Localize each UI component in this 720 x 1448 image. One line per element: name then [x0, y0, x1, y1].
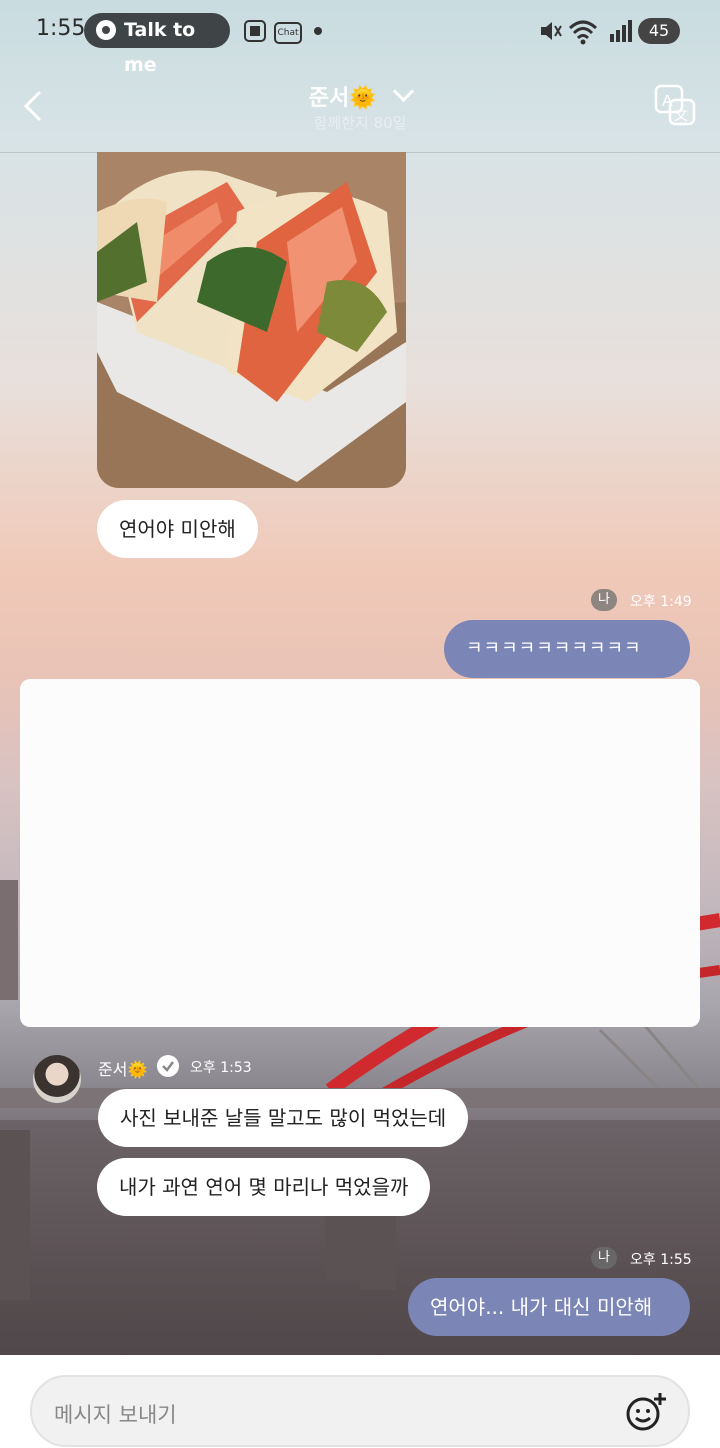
avatar[interactable]: [33, 1055, 81, 1103]
wifi-icon: [568, 20, 598, 45]
contact-name: 준서🌞: [308, 86, 377, 111]
message-time: 오후 1:55: [630, 1252, 692, 1268]
content-card[interactable]: [20, 679, 700, 1027]
message-bubble-sent[interactable]: ㅋㅋㅋㅋㅋㅋㅋㅋㅋㅋ: [444, 620, 690, 678]
talk-to-me-pill[interactable]: Talk to me: [84, 13, 230, 76]
battery-icon: 45: [638, 18, 680, 44]
days-together: 함께한지 80일: [313, 114, 407, 132]
message-time: 오후 1:53: [190, 1060, 252, 1076]
vibrate-mute-icon: [541, 22, 562, 40]
notification-dot-icon: [314, 27, 322, 35]
chat-title[interactable]: 준서🌞: [0, 80, 720, 112]
signal-icon: [610, 20, 632, 42]
bridge-pillar: [0, 1130, 30, 1300]
screenshot-icon: [244, 20, 266, 42]
chevron-down-icon: [393, 80, 415, 103]
message-bubble-sent[interactable]: 연어야... 내가 대신 미안해: [408, 1278, 690, 1336]
translate-icon[interactable]: A 文: [654, 84, 696, 126]
message-time: 오후 1:49: [630, 594, 692, 610]
message-bubble-received[interactable]: 내가 과연 연어 몇 마리나 먹었을까: [97, 1158, 431, 1216]
verified-check-icon: [157, 1055, 179, 1077]
record-icon: [96, 20, 116, 40]
status-bar: 1:55 Talk to me Chat 45: [0, 0, 720, 76]
me-badge: 나: [591, 1247, 617, 1269]
message-input[interactable]: 메시지 보내기: [30, 1375, 690, 1447]
shared-photo[interactable]: [97, 152, 406, 488]
sender-name: 준서🌞: [98, 1060, 148, 1079]
chat-header: 준서🌞 함께한지 80일 A 文: [0, 64, 720, 153]
message-input-placeholder: 메시지 보내기: [54, 1403, 177, 1427]
clock: 1:55: [36, 16, 86, 41]
emoji-add-icon[interactable]: [624, 1391, 668, 1435]
message-bubble-received[interactable]: 연어야 미안해: [97, 500, 258, 558]
message-bubble-received[interactable]: 사진 보내준 날들 말고도 많이 먹었는데: [98, 1089, 469, 1147]
me-badge: 나: [591, 589, 617, 611]
svg-text:文: 文: [674, 108, 688, 124]
composer-bar: 메시지 보내기: [0, 1355, 720, 1448]
chat-icon: Chat: [274, 22, 302, 44]
